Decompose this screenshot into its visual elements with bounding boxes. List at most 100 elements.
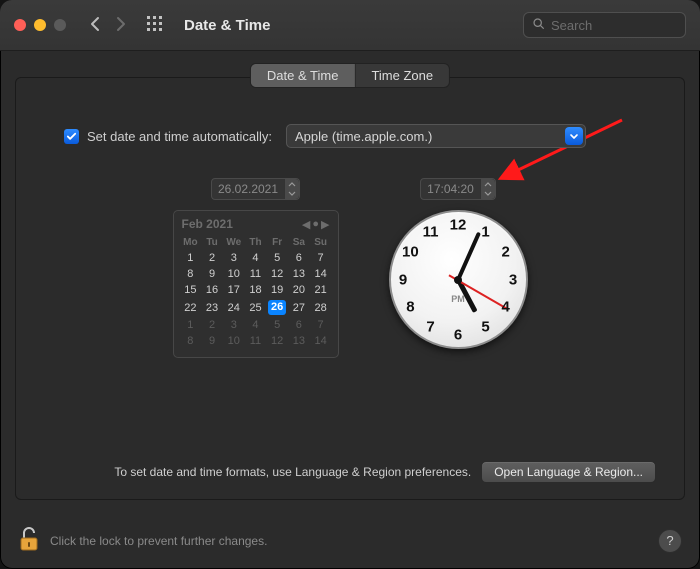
date-column: 26.02.2021 Feb 2021 ◀ ● ▶ (173, 178, 339, 358)
calendar-day[interactable]: 25 (245, 298, 267, 317)
date-value: 26.02.2021 (212, 182, 284, 196)
calendar-day[interactable]: 15 (180, 282, 202, 298)
calendar-day[interactable]: 26 (266, 298, 288, 317)
date-field[interactable]: 26.02.2021 (211, 178, 300, 200)
calendar-day[interactable]: 17 (223, 282, 245, 298)
settings-panel: Set date and time automatically: Apple (… (15, 77, 685, 500)
calendar-dow: Sa (288, 235, 310, 250)
calendar-day[interactable]: 24 (223, 298, 245, 317)
calendar-day[interactable]: 1 (180, 250, 202, 266)
search-field[interactable]: Search (523, 12, 686, 38)
calendar-month-label: Feb 2021 (182, 217, 233, 231)
calendar-day[interactable]: 13 (288, 266, 310, 282)
calendar-day[interactable]: 13 (288, 333, 310, 349)
time-field[interactable]: 17:04:20 (420, 178, 496, 200)
formats-note-row: To set date and time formats, use Langua… (44, 461, 656, 483)
time-value: 17:04:20 (421, 182, 480, 196)
zoom-window-button[interactable] (54, 19, 66, 31)
calendar-dow: Tu (201, 235, 223, 250)
calendar-day[interactable]: 2 (201, 250, 223, 266)
calendar-dow: Fr (266, 235, 288, 250)
clock-number: 6 (454, 326, 462, 343)
clock-number: 4 (501, 299, 509, 316)
calendar-day[interactable]: 18 (245, 282, 267, 298)
calendar-grid: MoTuWeThFrSaSu 1234567891011121314151617… (180, 235, 332, 349)
footer: Click the lock to prevent further change… (18, 525, 682, 556)
calendar-day[interactable]: 5 (266, 250, 288, 266)
calendar-day[interactable]: 1 (180, 317, 202, 333)
calendar-day[interactable]: 11 (245, 333, 267, 349)
calendar-day[interactable]: 10 (223, 266, 245, 282)
calendar-day[interactable]: 12 (266, 333, 288, 349)
tab-time-zone[interactable]: Time Zone (354, 64, 449, 87)
tab-bar: Date & Time Time Zone (250, 63, 450, 88)
calendar-day[interactable]: 22 (180, 298, 202, 317)
calendar-day[interactable]: 3 (223, 317, 245, 333)
calendar[interactable]: Feb 2021 ◀ ● ▶ MoTuWeThFrSaSu 1234567891… (173, 210, 339, 358)
search-icon (532, 17, 545, 33)
calendar-day[interactable]: 14 (310, 266, 332, 282)
calendar-day[interactable]: 9 (201, 333, 223, 349)
clock-number: 2 (501, 244, 509, 261)
stepper-up-icon (481, 179, 495, 189)
calendar-day[interactable]: 6 (288, 317, 310, 333)
tab-date-time[interactable]: Date & Time (251, 64, 355, 87)
calendar-day[interactable]: 4 (245, 317, 267, 333)
calendar-day[interactable]: 12 (266, 266, 288, 282)
calendar-day[interactable]: 5 (266, 317, 288, 333)
calendar-day[interactable]: 6 (288, 250, 310, 266)
calendar-prev-month[interactable]: ◀ (302, 218, 310, 231)
calendar-day[interactable]: 19 (266, 282, 288, 298)
calendar-day[interactable]: 8 (180, 333, 202, 349)
back-button[interactable] (86, 14, 106, 37)
calendar-day[interactable]: 7 (310, 317, 332, 333)
calendar-day[interactable]: 2 (201, 317, 223, 333)
analog-clock[interactable]: PM 121234567891011 (389, 210, 528, 349)
calendar-day[interactable]: 21 (310, 282, 332, 298)
calendar-day[interactable]: 9 (201, 266, 223, 282)
lock-icon[interactable] (18, 525, 40, 556)
window-controls (14, 19, 66, 31)
help-button[interactable]: ? (658, 529, 682, 553)
calendar-day[interactable]: 23 (201, 298, 223, 317)
nav-buttons (86, 14, 130, 37)
close-window-button[interactable] (14, 19, 26, 31)
minimize-window-button[interactable] (34, 19, 46, 31)
calendar-day[interactable]: 7 (310, 250, 332, 266)
auto-datetime-checkbox[interactable] (64, 129, 79, 144)
calendar-dow: Th (245, 235, 267, 250)
calendar-dow: Su (310, 235, 332, 250)
forward-button[interactable] (110, 14, 130, 37)
calendar-dow: We (223, 235, 245, 250)
open-language-region-button[interactable]: Open Language & Region... (481, 461, 656, 483)
stepper-down-icon (285, 189, 299, 199)
auto-datetime-row: Set date and time automatically: Apple (… (64, 124, 656, 148)
clock-center-pin (454, 276, 462, 284)
chevron-down-icon (565, 127, 583, 145)
calendar-day[interactable]: 16 (201, 282, 223, 298)
calendar-today-dot[interactable]: ● (312, 218, 319, 230)
calendar-day[interactable]: 27 (288, 298, 310, 317)
clock-number: 7 (426, 319, 434, 336)
time-server-combo[interactable]: Apple (time.apple.com.) (286, 124, 586, 148)
search-placeholder: Search (551, 18, 592, 33)
calendar-next-month[interactable]: ▶ (321, 218, 329, 231)
clock-number: 3 (509, 271, 517, 288)
calendar-day[interactable]: 11 (245, 266, 267, 282)
calendar-day[interactable]: 14 (310, 333, 332, 349)
calendar-day[interactable]: 3 (223, 250, 245, 266)
calendar-day[interactable]: 8 (180, 266, 202, 282)
calendar-day[interactable]: 4 (245, 250, 267, 266)
clock-minute-hand (456, 231, 481, 280)
time-stepper[interactable] (480, 179, 495, 199)
show-all-button[interactable] (146, 15, 164, 36)
date-time-columns: 26.02.2021 Feb 2021 ◀ ● ▶ (44, 178, 656, 358)
calendar-day[interactable]: 20 (288, 282, 310, 298)
calendar-day[interactable]: 28 (310, 298, 332, 317)
clock-number: 11 (423, 223, 439, 240)
stepper-down-icon (481, 189, 495, 199)
clock-number: 9 (399, 271, 407, 288)
calendar-day[interactable]: 10 (223, 333, 245, 349)
calendar-header: Feb 2021 ◀ ● ▶ (180, 217, 332, 235)
date-stepper[interactable] (284, 179, 299, 199)
